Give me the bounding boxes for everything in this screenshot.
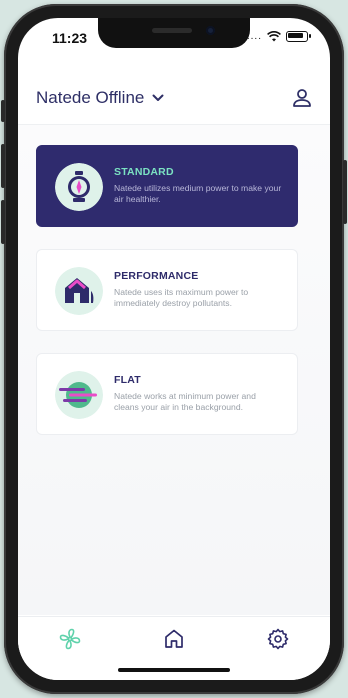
app-screen: 11:23 .... Natede Offline STANDARD Nated… (18, 18, 330, 680)
tab-settings[interactable] (264, 625, 292, 653)
wifi-icon (267, 31, 281, 42)
volume-up-button (1, 144, 5, 188)
mode-description: Natede uses its maximum power to immedia… (114, 287, 249, 308)
status-time: 11:23 (52, 30, 88, 46)
lamp-icon (55, 163, 103, 211)
battery-icon (286, 31, 311, 42)
mode-list: STANDARD Natede utilizes medium power to… (18, 125, 330, 615)
tab-fan[interactable] (56, 625, 84, 653)
wind-icon (55, 371, 103, 419)
mode-card-performance[interactable]: PERFORMANCE Natede uses its maximum powe… (36, 249, 298, 331)
mode-card-standard[interactable]: STANDARD Natede utilizes medium power to… (36, 145, 298, 227)
device-selector[interactable]: Natede Offline (36, 88, 164, 108)
mute-switch (1, 100, 5, 122)
speaker-grille (152, 28, 192, 33)
status-icons: .... (247, 31, 311, 42)
power-button (343, 160, 347, 224)
mode-description: Natede utilizes medium power to make you… (114, 183, 282, 204)
device-name: Natede Offline (36, 88, 145, 107)
phone-frame: 11:23 .... Natede Offline STANDARD Nated… (1, 4, 347, 694)
tab-home[interactable] (160, 625, 188, 653)
notch (98, 18, 250, 48)
mode-card-flat[interactable]: FLAT Natede works at minimum power and c… (36, 353, 298, 435)
app-header: Natede Offline (18, 76, 330, 125)
mode-description: Natede works at minimum power and cleans… (114, 391, 256, 412)
volume-down-button (1, 200, 5, 244)
user-icon[interactable] (290, 86, 314, 110)
mode-title: PERFORMANCE (114, 270, 199, 282)
home-indicator (118, 668, 230, 672)
house-icon (55, 267, 103, 315)
mode-title: FLAT (114, 374, 141, 386)
mode-title: STANDARD (114, 166, 174, 178)
home-icon (165, 629, 183, 648)
gear-icon (267, 628, 289, 650)
chevron-down-icon (152, 94, 164, 101)
camera-icon (206, 26, 215, 35)
fan-icon (59, 628, 81, 650)
